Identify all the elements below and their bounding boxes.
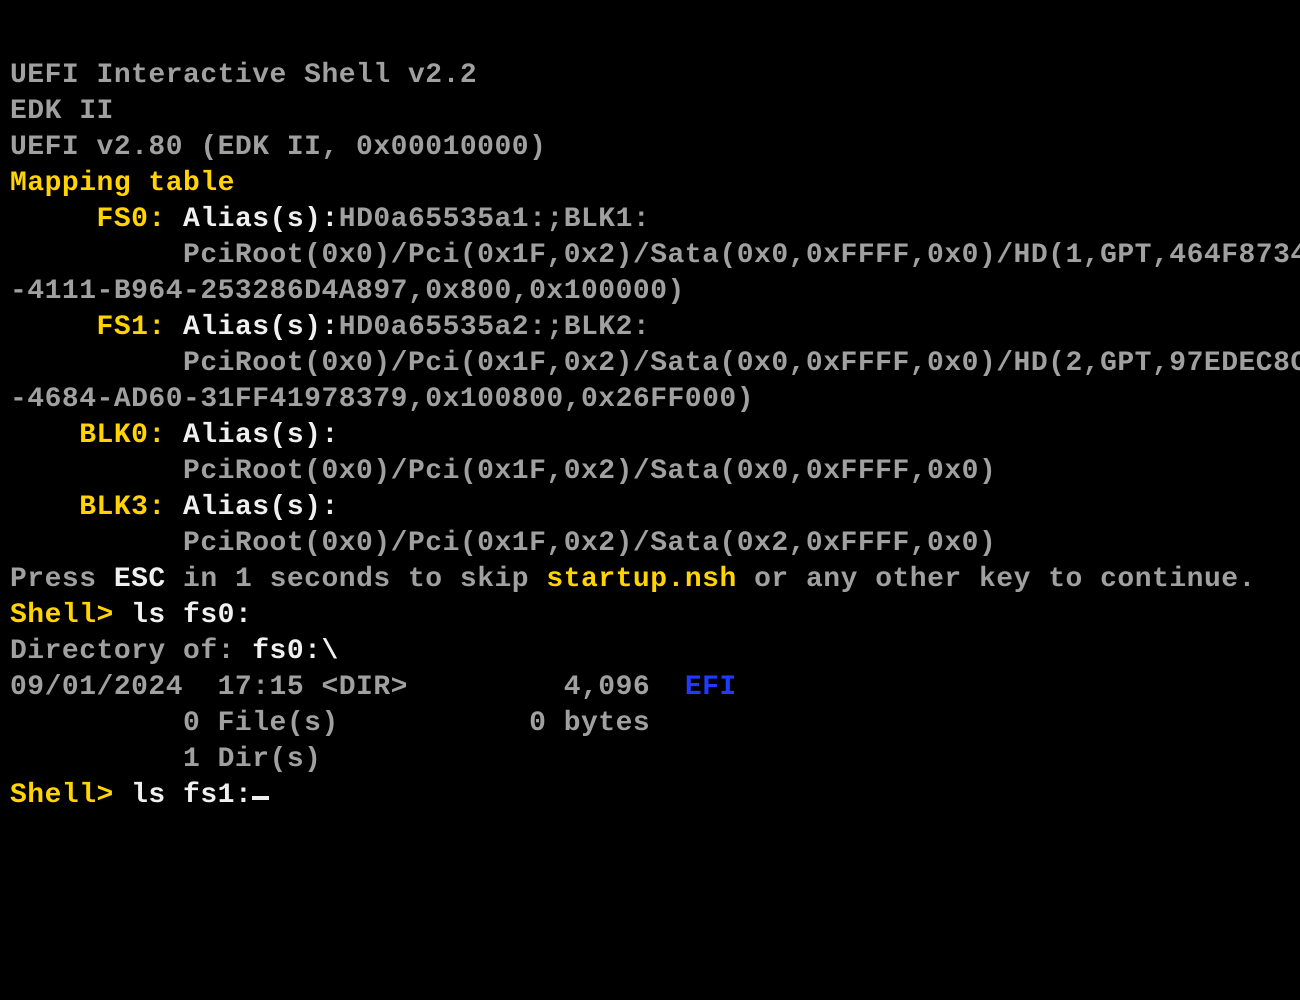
header-line-3: UEFI v2.80 (EDK II, 0x00010000) — [10, 132, 546, 163]
dir-summary-dirs: 1 Dir(s) — [10, 744, 321, 775]
dir-of-path: fs0:\ — [252, 636, 339, 667]
startup-press: Press — [10, 564, 114, 595]
map-fs0-alias-word: Alias(s): — [166, 204, 339, 235]
startup-mid: in 1 seconds to skip — [166, 564, 547, 595]
dir-row-size: 4,096 — [408, 672, 685, 703]
map-blk0-path: PciRoot(0x0)/Pci(0x1F,0x2)/Sata(0x0,0xFF… — [10, 456, 996, 487]
map-fs0-alias-val: HD0a65535a1:;BLK1: — [339, 204, 650, 235]
dir-summary-files: 0 File(s) 0 bytes — [10, 708, 650, 739]
header-line-1: UEFI Interactive Shell v2.2 — [10, 60, 477, 91]
startup-nsh-file: startup.nsh — [546, 564, 736, 595]
shell-prompt-1: Shell> — [10, 600, 114, 631]
mapping-table-title: Mapping table — [10, 168, 235, 199]
shell-prompt-2: Shell> — [10, 780, 114, 811]
map-blk0-label: BLK0: — [10, 420, 166, 451]
map-fs1-alias-val: HD0a65535a2:;BLK2: — [339, 312, 650, 343]
map-fs1-label: FS1: — [10, 312, 166, 343]
map-fs1-alias-word: Alias(s): — [166, 312, 339, 343]
map-fs0-path: PciRoot(0x0)/Pci(0x1F,0x2)/Sata(0x0,0xFF… — [10, 240, 1300, 307]
dir-of-label: Directory of: — [10, 636, 252, 667]
map-fs1-path: PciRoot(0x0)/Pci(0x1F,0x2)/Sata(0x0,0xFF… — [10, 348, 1300, 415]
startup-post: or any other key to continue. — [737, 564, 1256, 595]
cursor-icon — [252, 796, 269, 800]
map-blk0-alias-word: Alias(s): — [166, 420, 339, 451]
startup-esc-key: ESC — [114, 564, 166, 595]
dir-row-date: 09/01/2024 17:15 — [10, 672, 321, 703]
map-fs0-label: FS0: — [10, 204, 166, 235]
dir-row-name-efi: EFI — [685, 672, 737, 703]
map-blk3-alias-word: Alias(s): — [166, 492, 339, 523]
uefi-shell-terminal[interactable]: UEFI Interactive Shell v2.2 EDK II UEFI … — [0, 0, 1300, 824]
shell-command-2[interactable]: ls fs1: — [114, 780, 252, 811]
map-blk3-path: PciRoot(0x0)/Pci(0x1F,0x2)/Sata(0x2,0xFF… — [10, 528, 996, 559]
dir-row-type: <DIR> — [321, 672, 408, 703]
shell-command-1: ls fs0: — [114, 600, 252, 631]
header-line-2: EDK II — [10, 96, 114, 127]
map-blk3-label: BLK3: — [10, 492, 166, 523]
